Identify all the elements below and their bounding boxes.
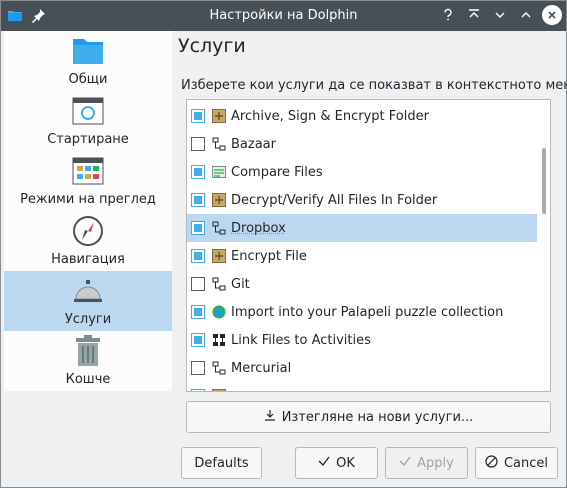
vcs-icon	[212, 361, 226, 375]
list-item[interactable]: Import into your Palapeli puzzle collect…	[187, 298, 537, 326]
service-label: Mercurial	[231, 360, 292, 376]
trash-icon	[70, 333, 106, 369]
service-checkbox[interactable]	[191, 221, 205, 235]
cancel-icon	[485, 454, 498, 472]
service-checkbox[interactable]	[191, 193, 205, 207]
service-checkbox[interactable]	[191, 109, 205, 123]
window-startup-icon	[70, 93, 106, 129]
settings-window: Настройки на Dolphin Общи Стартиране Реж…	[0, 0, 567, 488]
page-title: Услуги	[178, 35, 246, 57]
keep-above-icon[interactable]	[464, 5, 484, 25]
service-label: Bazaar	[231, 136, 276, 152]
minimize-icon[interactable]	[490, 5, 510, 25]
apply-label: Apply	[417, 455, 454, 471]
sidebar-item-label: Режими на преглед	[20, 192, 156, 207]
download-new-services-button[interactable]: Изтегляне на нови услуги...	[186, 401, 551, 433]
activities-icon	[212, 333, 226, 347]
folder-icon	[70, 33, 106, 69]
service-checkbox[interactable]	[191, 165, 205, 179]
compare-icon	[212, 165, 226, 179]
vcs-icon	[212, 277, 226, 291]
encrypt-package-icon	[212, 109, 226, 123]
service-label: Archive, Sign & Encrypt Folder	[231, 108, 429, 124]
list-item[interactable]: Dropbox	[187, 214, 537, 242]
list-item[interactable]: Link Files to Activities	[187, 326, 537, 354]
sidebar-item-startup[interactable]: Стартиране	[4, 91, 172, 151]
cancel-button[interactable]: Cancel	[475, 447, 558, 479]
service-label: Encrypt File	[231, 248, 307, 264]
download-button-label: Изтегляне на нови услуги...	[281, 409, 474, 425]
ok-button[interactable]: OK	[295, 447, 378, 479]
scrollbar-thumb[interactable]	[542, 148, 546, 214]
defaults-button[interactable]: Defaults	[181, 447, 262, 479]
list-item[interactable]: Compare Files	[187, 158, 537, 186]
sidebar-item-label: Услуги	[64, 312, 112, 327]
sidebar-item-general[interactable]: Общи	[4, 31, 172, 91]
service-label: Link Files to Activities	[231, 332, 371, 348]
sidebar-item-label: Общи	[68, 72, 108, 87]
services-list[interactable]: Archive, Sign & Encrypt Folder Bazaar Comp…	[186, 99, 551, 392]
sidebar-item-label: Стартиране	[47, 132, 129, 147]
defaults-label: Defaults	[194, 455, 249, 471]
encrypt-package-icon	[212, 389, 226, 391]
service-label: Import into your Palapeli puzzle collect…	[231, 304, 504, 320]
sidebar-item-label: Навигация	[51, 252, 125, 267]
service-label: Git	[231, 276, 250, 292]
list-item[interactable]: Mercurial	[187, 354, 537, 382]
service-checkbox[interactable]	[191, 277, 205, 291]
help-icon[interactable]	[438, 5, 458, 25]
list-item[interactable]: Git	[187, 270, 537, 298]
vcs-icon	[212, 137, 226, 151]
cancel-label: Cancel	[503, 455, 549, 471]
encrypt-package-icon	[212, 193, 226, 207]
list-item[interactable]	[187, 382, 537, 391]
download-icon	[264, 409, 276, 425]
service-label: Dropbox	[231, 220, 286, 236]
view-modes-icon	[70, 153, 106, 189]
service-checkbox[interactable]	[191, 333, 205, 347]
scrollbar[interactable]	[538, 100, 550, 391]
list-item[interactable]: Encrypt File	[187, 242, 537, 270]
vcs-icon	[212, 221, 226, 235]
service-label: Compare Files	[231, 164, 323, 180]
service-checkbox[interactable]	[191, 137, 205, 151]
list-item[interactable]: Archive, Sign & Encrypt Folder	[187, 102, 537, 130]
service-checkbox[interactable]	[191, 249, 205, 263]
service-checkbox[interactable]	[191, 305, 205, 319]
apply-button[interactable]: Apply	[385, 447, 468, 479]
palapeli-icon	[212, 305, 226, 319]
checkmark-icon	[399, 455, 411, 471]
sidebar-item-view-modes[interactable]: Режими на преглед	[4, 151, 172, 211]
encrypt-package-icon	[212, 249, 226, 263]
service-checkbox[interactable]	[191, 389, 205, 391]
settings-sidebar: Общи Стартиране Режими на преглед Навига…	[4, 31, 172, 391]
list-item[interactable]: Bazaar	[187, 130, 537, 158]
instruction-label: Изберете кои услуги да се показват в кон…	[181, 78, 567, 93]
close-icon[interactable]	[542, 5, 562, 25]
service-checkbox[interactable]	[191, 361, 205, 375]
title-bar: Настройки на Dolphin	[1, 1, 566, 31]
ok-label: OK	[336, 455, 355, 471]
sidebar-item-label: Кошче	[65, 372, 111, 387]
service-label: Decrypt/Verify All Files In Folder	[231, 192, 438, 208]
maximize-icon[interactable]	[516, 5, 536, 25]
services-bell-icon	[70, 273, 106, 309]
list-item[interactable]: Decrypt/Verify All Files In Folder	[187, 186, 537, 214]
checkmark-icon	[318, 455, 330, 471]
compass-icon	[70, 213, 106, 249]
sidebar-item-trash[interactable]: Кошче	[4, 331, 172, 391]
sidebar-item-navigation[interactable]: Навигация	[4, 211, 172, 271]
sidebar-item-services[interactable]: Услуги	[4, 271, 172, 331]
